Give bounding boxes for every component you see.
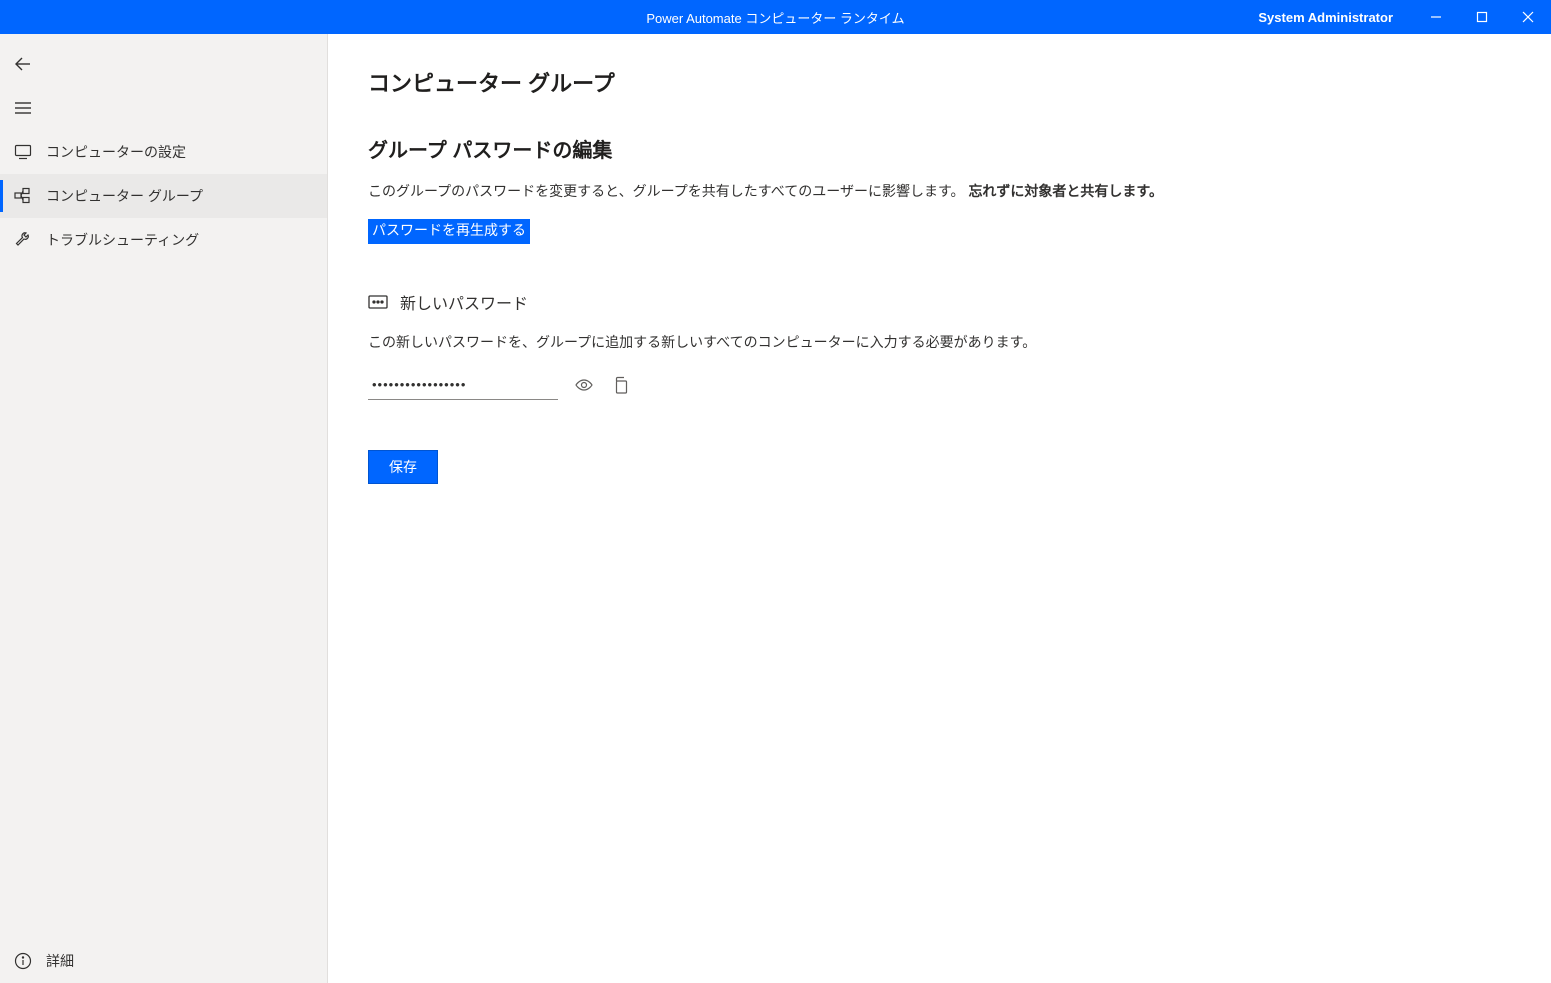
hamburger-button[interactable] [0,86,327,130]
minimize-icon [1430,11,1442,23]
sidebar-item-label: トラブルシューティング [46,230,199,250]
password-input[interactable]: ••••••••••••••••• [368,370,558,400]
sidebar-item-troubleshooting[interactable]: トラブルシューティング [0,218,327,262]
close-button[interactable] [1505,0,1551,34]
copy-password-button[interactable] [610,375,630,395]
main-content: コンピューター グループ グループ パスワードの編集 このグループのパスワードを… [328,34,1551,983]
info-icon [14,952,32,970]
monitor-icon [14,143,32,161]
group-icon [14,187,32,205]
app-title: Power Automate コンピューター ランタイム [646,8,904,27]
sidebar-item-label: 詳細 [46,951,74,971]
eye-icon [575,376,593,394]
minimize-button[interactable] [1413,0,1459,34]
page-title: コンピューター グループ [368,66,1511,98]
sidebar-item-label: コンピューター グループ [46,186,203,206]
current-user[interactable]: System Administrator [1258,10,1393,25]
section-description: このグループのパスワードを変更すると、グループを共有したすべてのユーザーに影響し… [368,181,1511,201]
sidebar-item-details[interactable]: 詳細 [0,939,327,983]
hamburger-icon [14,99,32,117]
reveal-password-button[interactable] [574,375,594,395]
titlebar: Power Automate コンピューター ランタイム System Admi… [0,0,1551,34]
new-password-heading: 新しいパスワード [368,290,1511,314]
close-icon [1522,11,1534,23]
section-title: グループ パスワードの編集 [368,134,1511,163]
sidebar-item-label: コンピューターの設定 [46,142,186,162]
regenerate-password-link[interactable]: パスワードを再生成する [368,219,530,244]
new-password-help: この新しいパスワードを、グループに追加する新しいすべてのコンピューターに入力する… [368,332,1511,352]
maximize-icon [1476,11,1488,23]
description-text: このグループのパスワードを変更すると、グループを共有したすべてのユーザーに影響し… [368,183,965,199]
new-password-label: 新しいパスワード [400,290,528,314]
sidebar-item-computer-groups[interactable]: コンピューター グループ [0,174,327,218]
password-value: ••••••••••••••••• [372,377,466,392]
maximize-button[interactable] [1459,0,1505,34]
save-button[interactable]: 保存 [368,450,438,484]
copy-icon [612,376,628,394]
sidebar: コンピューターの設定 コンピューター グループ トラブルシューティング 詳細 [0,34,328,983]
wrench-icon [14,231,32,249]
back-arrow-icon [14,55,32,73]
description-bold: 忘れずに対象者と共有します。 [968,183,1163,199]
back-button[interactable] [0,42,327,86]
password-field-icon [368,294,388,310]
sidebar-item-computer-settings[interactable]: コンピューターの設定 [0,130,327,174]
